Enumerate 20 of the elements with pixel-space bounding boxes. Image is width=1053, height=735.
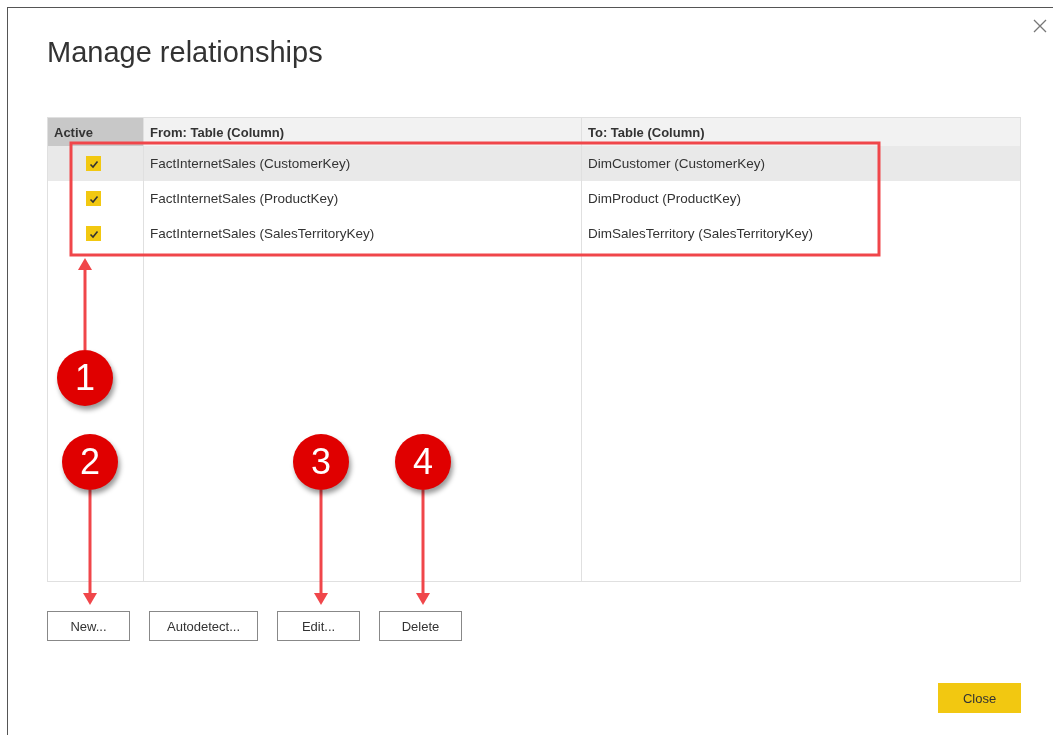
table-cell: FactInternetSales (SalesTerritoryKey) <box>150 226 375 241</box>
checkbox[interactable] <box>86 191 101 206</box>
checkbox[interactable] <box>86 226 101 241</box>
close-button[interactable]: Close <box>938 683 1021 713</box>
table-cell: DimSalesTerritory (SalesTerritoryKey) <box>588 226 814 241</box>
checkbox[interactable] <box>86 156 101 171</box>
table-cell: FactInternetSales (ProductKey) <box>150 191 339 206</box>
table-row[interactable]: FactInternetSales (CustomerKey) DimCustomer (CustomerKey) <box>48 146 1020 181</box>
table-cell: DimProduct (ProductKey) <box>588 191 742 206</box>
column-header[interactable]: To: Table (Column) <box>582 118 1020 146</box>
dialog-button[interactable]: Edit... <box>277 611 360 641</box>
dialog-title: Manage relationships <box>47 36 323 69</box>
table-cell: DimCustomer (CustomerKey) <box>588 156 766 171</box>
dialog-button[interactable]: Autodetect... <box>149 611 258 641</box>
table-row[interactable]: FactInternetSales (SalesTerritoryKey) DimSalesTerritory (SalesTerritoryKey) <box>48 216 1020 251</box>
dialog-button[interactable]: Delete <box>379 611 462 641</box>
table-cell: FactInternetSales (CustomerKey) <box>150 156 351 171</box>
close-icon[interactable] <box>1032 18 1048 34</box>
table-row[interactable]: FactInternetSales (ProductKey) DimProduct (ProductKey) <box>48 181 1020 216</box>
dialog-button[interactable]: New... <box>47 611 130 641</box>
